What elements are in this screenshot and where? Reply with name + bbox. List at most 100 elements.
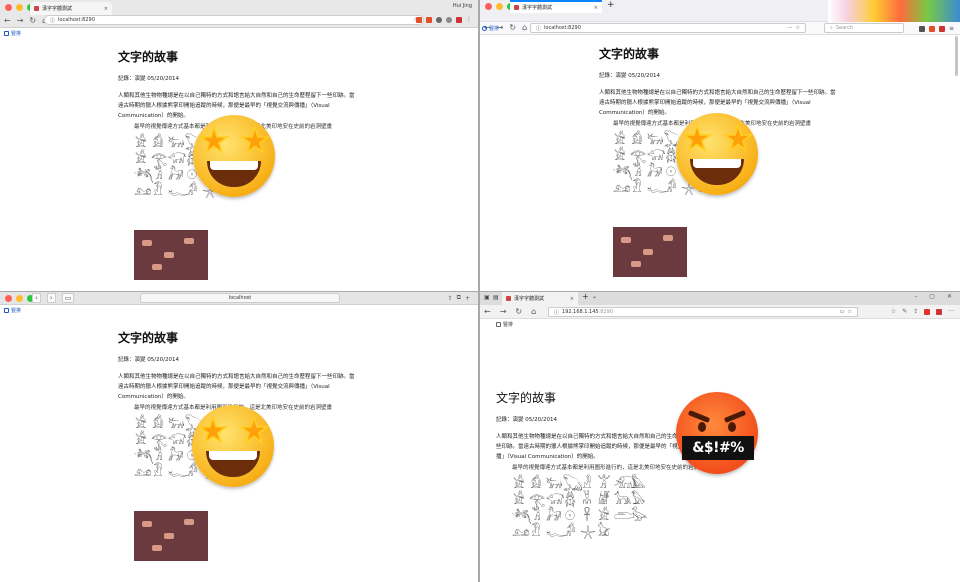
home-icon[interactable]: ⌂ [531,307,536,316]
site-logo[interactable]: 豎排 [496,321,513,328]
browser-tab[interactable]: 漢字字體測試 × [502,292,578,305]
petroglyph-figure: 𓀀 [614,149,626,164]
safari-window: ‹ › ▭ localhost ⇪ ⧉ + 豎排 文字的故事 記錄：演變 05/… [0,292,478,582]
window-controls[interactable] [5,295,34,302]
extension-icon[interactable] [938,25,945,32]
extension-icon[interactable] [426,16,432,23]
tab-aside-icon[interactable]: ▤ [493,294,499,301]
petroglyph-figure: 𓀔 [564,525,576,540]
minimize-window-icon[interactable] [496,3,503,10]
toolbar-icons: ☆ ✎ ⇪ ··· [891,308,954,315]
new-tab-button[interactable]: + [607,0,615,10]
reload-icon[interactable]: ↻ [509,23,516,32]
petroglyph-figure: 𓆈 [134,449,154,464]
petroglyph-figure: 𓀁 [530,477,542,492]
extension-icon[interactable] [416,16,422,23]
petroglyph-figure: 𓀢 [531,509,541,524]
forward-icon[interactable]: › [46,293,56,303]
petroglyph-figure: 𓃭 [134,465,152,480]
minimize-window-icon[interactable] [16,295,23,302]
address-bar[interactable]: ⓘ localhost:8290 ··· ☆ [530,23,806,33]
site-logo[interactable]: 豎排 [482,25,499,32]
site-logo[interactable]: 豎排 [4,307,21,314]
close-window-icon[interactable] [5,295,12,302]
extension-icon[interactable] [918,25,925,32]
favorite-star-icon[interactable]: ☆ [848,309,852,315]
petroglyph-figure: 𓁈 [598,493,610,508]
extension-icon[interactable] [436,16,442,23]
home-icon[interactable]: ⌂ [522,23,527,32]
reading-view-icon[interactable]: ▭ [840,309,845,315]
petroglyph-figure: 𓆑 [647,181,667,196]
forward-icon[interactable]: → [500,307,507,316]
extension-icon[interactable] [446,16,452,23]
petroglyph-figure: 𓁟 [531,525,541,540]
blockquote: 最早的視覺傳達方式基本都是利用圖形進行的，這是北美印地安在史前的岩洞壁畫 [512,465,711,471]
close-window-icon[interactable] [485,3,492,10]
firefox-toolbar: 漢字字體測試 × + [480,0,960,22]
firefox-window: 漢字字體測試 × + ← → ↻ ⌂ ⓘ localhost:8290 ··· … [480,0,960,291]
reload-icon[interactable]: ↻ [29,16,36,25]
petroglyph-figure: 𓆑 [546,525,566,540]
browser-tab[interactable]: 漢字字體測試 × [510,0,602,13]
close-tab-icon[interactable]: × [570,296,574,302]
address-bar[interactable]: localhost [140,293,340,303]
reload-icon[interactable]: ↻ [515,307,522,316]
extension-icon[interactable] [924,308,931,315]
star-struck-emoji-icon [192,405,274,487]
bookmark-star-icon[interactable]: ☆ [796,25,800,31]
sidebar-icon[interactable]: ▭ [61,293,75,303]
minimize-window-icon[interactable]: – [914,293,917,300]
close-window-icon[interactable] [5,4,12,11]
logo-text: 豎排 [11,308,22,314]
tabs-icon[interactable]: ⧉ [457,294,461,302]
petroglyph-figure: 𓀢 [153,449,163,464]
close-window-icon[interactable]: ✕ [947,293,952,300]
petroglyph-figure: 𓆈 [613,165,633,180]
search-icon: ⌕ [830,25,833,31]
extension-icon[interactable] [456,16,462,23]
favorites-icon[interactable]: ☆ [891,308,896,315]
minimize-window-icon[interactable] [16,4,23,11]
share-icon[interactable]: ⇪ [448,295,453,302]
address-bar[interactable]: ⓘ 192.168.1.145:8290 ▭ ☆ [548,307,858,317]
menu-icon[interactable]: ··· [948,308,954,315]
nav-buttons: ← → ↻ ⌂ [484,307,536,316]
forward-icon[interactable]: → [17,16,24,25]
new-tab-button[interactable]: + [465,295,470,302]
back-icon[interactable]: ← [4,16,11,25]
back-icon[interactable]: ‹ [32,293,41,303]
close-tab-icon[interactable]: × [104,6,108,12]
menu-icon[interactable]: ≡ [949,25,954,32]
scrollbar-thumb[interactable] [955,36,958,76]
petroglyph-figure: 𓇼 [580,525,596,540]
profile-name[interactable]: Hui Jing [453,3,472,9]
extension-icon[interactable] [928,25,935,32]
close-tab-icon[interactable]: × [594,5,598,11]
article-meta: 記錄：演變 05/20/2014 [118,76,179,82]
petroglyph-figure: 𓃗 [647,165,663,180]
logo-icon [4,31,9,36]
maximize-window-icon[interactable]: ▢ [929,293,935,300]
back-icon[interactable]: ← [484,307,491,316]
petroglyph-figure: 𓆣 [564,493,576,508]
star-eye-icon [197,415,229,445]
tab-list-icon[interactable]: ⌄ [592,293,597,300]
notes-icon[interactable]: ✎ [902,308,907,315]
tab-title: 漢字字體測試 [522,5,553,11]
edge-tabbar: ▣ ▤ 漢字字體測試 × + ⌄ – ▢ ✕ [480,292,960,305]
address-bar[interactable]: ⓘ localhost:8290 ☆ [44,15,424,25]
nav-buttons: ← → ↻ ⌂ [4,16,47,25]
petroglyph-figure: 𓀀 [135,417,147,432]
tab-preview-icon[interactable]: ▣ [484,294,490,301]
browser-tab[interactable]: 漢字字體測試 × [30,2,112,15]
article-title: 文字的故事 [118,50,179,64]
more-icon[interactable]: ··· [788,25,793,31]
new-tab-button[interactable]: + [582,292,589,301]
share-icon[interactable]: ⇪ [913,308,918,315]
site-logo[interactable]: 豎排 [4,30,21,37]
petroglyph-figure: 𓀁 [152,136,164,151]
search-input[interactable]: ⌕ Search [824,23,904,33]
extension-icon[interactable] [936,308,943,315]
menu-icon[interactable]: ⋮ [466,16,472,23]
